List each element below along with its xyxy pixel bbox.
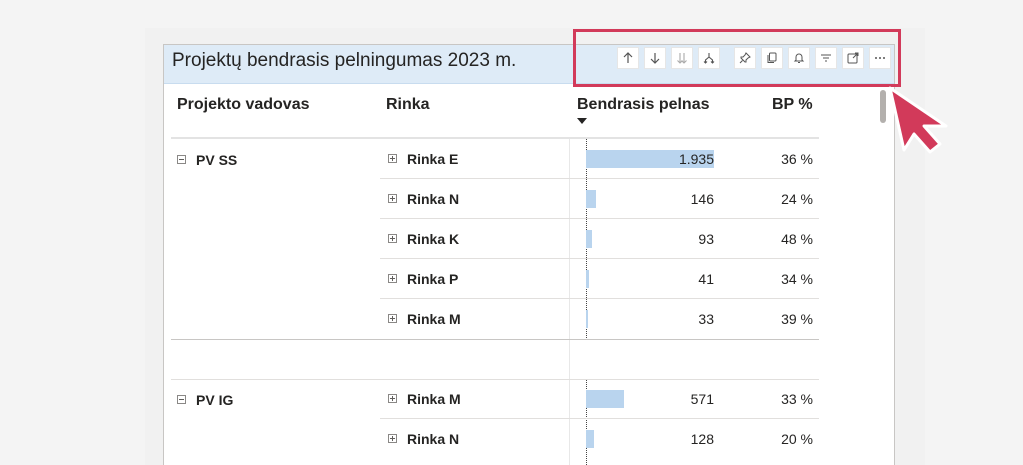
report-canvas: Projektų bendrasis pelningumas 2023 m. P…: [0, 0, 1023, 465]
market-cell[interactable]: Rinka N: [388, 431, 459, 447]
table-row: Rinka N 128 20 %: [380, 419, 819, 459]
column-header-manager[interactable]: Projekto vadovas: [177, 96, 310, 114]
bp-value: 33 %: [781, 391, 813, 407]
table-row: Rinka K 93 48 %: [380, 219, 819, 259]
expand-icon[interactable]: [388, 234, 397, 243]
market-label: Rinka E: [407, 151, 459, 167]
table-row: Rinka P 41 34 %: [380, 259, 819, 299]
bp-value: 36 %: [781, 151, 813, 167]
profit-value: 571: [690, 391, 714, 407]
bp-value: 24 %: [781, 191, 813, 207]
column-header-market[interactable]: Rinka: [386, 96, 430, 114]
expand-icon[interactable]: [388, 154, 397, 163]
profit-value: 41: [698, 271, 714, 287]
matrix-table: Projekto vadovas Rinka Bendrasis pelnas …: [171, 84, 819, 465]
profit-value: 93: [698, 231, 714, 247]
market-cell[interactable]: Rinka P: [388, 271, 458, 287]
pointer-cursor-icon: [888, 86, 948, 154]
profit-value: 1.935: [678, 151, 714, 167]
expand-icon[interactable]: [388, 434, 397, 443]
expand-icon[interactable]: [388, 194, 397, 203]
profit-bar: [586, 390, 624, 408]
profit-bar: [586, 230, 592, 248]
table-row: Rinka E 1.935 36 %: [380, 139, 819, 179]
bp-value: 34 %: [781, 271, 813, 287]
group-divider: [171, 339, 819, 340]
market-cell[interactable]: Rinka M: [388, 311, 461, 327]
visual-title: Projektų bendrasis pelningumas 2023 m.: [172, 50, 517, 71]
collapse-icon[interactable]: [177, 395, 186, 404]
group-manager-name: PV IG: [196, 392, 234, 408]
table-row: Rinka N 146 24 %: [380, 179, 819, 219]
profit-bar: [586, 430, 594, 448]
column-header-bp[interactable]: BP %: [772, 96, 813, 114]
expand-icon[interactable]: [388, 394, 397, 403]
market-label: Rinka P: [407, 271, 459, 287]
column-header-profit[interactable]: Bendrasis pelnas: [577, 96, 710, 114]
bp-value: 39 %: [781, 311, 813, 327]
market-cell[interactable]: Rinka E: [388, 151, 458, 167]
collapse-icon[interactable]: [177, 155, 186, 164]
sort-descending-icon: [577, 118, 587, 124]
profit-value: 33: [698, 311, 714, 327]
market-label: Rinka M: [407, 311, 461, 327]
table-row: Rinka M 571 33 %: [380, 379, 819, 419]
market-label: Rinka N: [407, 431, 460, 447]
market-cell[interactable]: Rinka N: [388, 191, 459, 207]
market-label: Rinka N: [407, 191, 460, 207]
market-cell[interactable]: Rinka M: [388, 391, 461, 407]
expand-icon[interactable]: [388, 274, 397, 283]
bp-value: 20 %: [781, 431, 813, 447]
profit-value: 146: [690, 191, 714, 207]
profit-bar: [586, 310, 588, 328]
profit-value: 128: [690, 431, 714, 447]
expand-icon[interactable]: [388, 314, 397, 323]
group-label-pv-ss[interactable]: PV SS: [177, 152, 237, 168]
bp-value: 48 %: [781, 231, 813, 247]
group-manager-name: PV SS: [196, 152, 238, 168]
market-label: Rinka K: [407, 231, 460, 247]
group-label-pv-ig[interactable]: PV IG: [177, 392, 233, 408]
table-row: Rinka M 33 39 %: [380, 299, 819, 339]
toolbar-highlight-frame: [573, 29, 901, 87]
market-cell[interactable]: Rinka K: [388, 231, 459, 247]
profit-bar: [586, 270, 589, 288]
market-label: Rinka M: [407, 391, 461, 407]
profit-bar: [586, 190, 596, 208]
